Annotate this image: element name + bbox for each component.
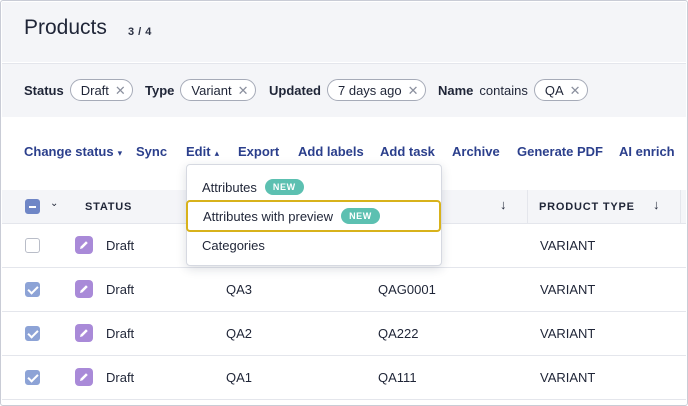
- menu-item-label: Categories: [202, 237, 265, 253]
- close-icon[interactable]: ✕: [570, 84, 581, 97]
- column-divider: [527, 190, 528, 224]
- name-cell[interactable]: QA1: [226, 370, 252, 385]
- filter-chip-status[interactable]: Draft ✕: [69, 79, 133, 101]
- page-title: Products: [24, 16, 107, 39]
- table-row[interactable]: Draft QA2 QA222 VARIANT: [2, 312, 686, 356]
- product-type-cell: VARIANT: [540, 370, 596, 385]
- filter-name: Name contains QA ✕: [438, 79, 588, 101]
- filter-updated: Updated 7 days ago ✕: [269, 79, 426, 101]
- name-cell[interactable]: QA2: [226, 326, 252, 341]
- filter-operator: contains: [479, 82, 528, 98]
- filter-chip-name[interactable]: QA ✕: [533, 79, 588, 101]
- pencil-icon: [75, 236, 93, 254]
- page-header: Products 3 / 4: [2, 2, 686, 62]
- chevron-down-icon[interactable]: ⌄: [50, 198, 58, 209]
- pencil-icon: [75, 280, 93, 298]
- filter-label: Updated: [269, 82, 321, 98]
- table-row[interactable]: Draft QA3 QAG0001 VARIANT: [2, 268, 686, 312]
- change-status-label: Change status: [24, 144, 114, 159]
- filter-chip-updated[interactable]: 7 days ago ✕: [327, 79, 426, 101]
- products-panel: Products 3 / 4 Status Draft ✕ Type Varia…: [0, 0, 688, 406]
- filter-label: Name: [438, 82, 474, 98]
- name-cell[interactable]: QA3: [226, 282, 252, 297]
- row-checkbox[interactable]: [25, 282, 40, 297]
- menu-item-label: Attributes with preview: [203, 208, 334, 224]
- chevron-down-icon: ▾: [117, 148, 123, 158]
- edit-dropdown-menu: Attributes NEW Attributes with preview N…: [186, 164, 442, 266]
- column-header-product-type[interactable]: PRODUCT TYPE: [539, 201, 635, 213]
- filter-chip-value: Variant: [191, 82, 232, 98]
- filter-chip-value: QA: [544, 82, 564, 98]
- new-badge: NEW: [341, 208, 380, 224]
- menu-item-categories[interactable]: Categories: [187, 231, 441, 259]
- product-type-cell: VARIANT: [540, 282, 596, 297]
- sku-cell: QA111: [378, 370, 417, 385]
- add-labels-button[interactable]: Add labels: [298, 144, 364, 159]
- close-icon[interactable]: ✕: [115, 84, 126, 97]
- filter-label: Status: [24, 82, 64, 98]
- filter-status: Status Draft ✕: [24, 79, 133, 101]
- selection-count: 3 / 4: [128, 26, 152, 38]
- status-cell: Draft: [106, 326, 135, 341]
- sync-button[interactable]: Sync: [136, 144, 167, 159]
- filter-type: Type Variant ✕: [145, 79, 256, 101]
- column-header-status[interactable]: STATUS: [85, 201, 132, 213]
- pencil-icon: [75, 324, 93, 342]
- row-checkbox[interactable]: [25, 238, 40, 253]
- ai-enrich-button[interactable]: AI enrich: [619, 144, 675, 159]
- status-cell: Draft: [106, 282, 135, 297]
- close-icon[interactable]: ✕: [408, 84, 419, 97]
- archive-button[interactable]: Archive: [452, 144, 500, 159]
- menu-item-label: Attributes: [202, 179, 257, 195]
- new-badge: NEW: [264, 179, 304, 195]
- select-all-checkbox[interactable]: [25, 199, 40, 214]
- export-button[interactable]: Export: [238, 144, 279, 159]
- status-cell: Draft: [106, 238, 135, 253]
- filter-chip-value: 7 days ago: [338, 82, 402, 98]
- sku-cell: QA222: [378, 326, 419, 341]
- product-type-cell: VARIANT: [540, 326, 596, 341]
- pencil-icon: [75, 368, 93, 386]
- filter-chip-type[interactable]: Variant ✕: [180, 79, 256, 101]
- row-checkbox[interactable]: [25, 370, 40, 385]
- product-type-cell: VARIANT: [540, 238, 596, 253]
- filter-bar: Status Draft ✕ Type Variant ✕ Updated 7 …: [2, 63, 686, 117]
- filter-label: Type: [145, 82, 175, 98]
- sku-cell: QAG0001: [378, 282, 436, 297]
- menu-item-attributes-with-preview[interactable]: Attributes with preview NEW: [186, 200, 441, 232]
- generate-pdf-button[interactable]: Generate PDF: [517, 144, 603, 159]
- table-row[interactable]: Draft QA1 QA111 VARIANT: [2, 356, 686, 400]
- row-checkbox[interactable]: [25, 326, 40, 341]
- chevron-up-icon: ▴: [214, 148, 220, 158]
- menu-item-attributes[interactable]: Attributes NEW: [187, 173, 441, 201]
- add-task-button[interactable]: Add task: [380, 144, 435, 159]
- change-status-button[interactable]: Change status ▾: [24, 144, 122, 159]
- edit-label: Edit: [186, 144, 211, 159]
- filter-chip-value: Draft: [80, 82, 109, 98]
- edit-button[interactable]: Edit ▴: [186, 144, 219, 159]
- column-divider: [680, 190, 681, 224]
- close-icon[interactable]: ✕: [238, 84, 249, 97]
- status-cell: Draft: [106, 370, 135, 385]
- arrow-down-icon[interactable]: ↓: [500, 197, 507, 212]
- arrow-down-icon[interactable]: ↓: [653, 197, 660, 212]
